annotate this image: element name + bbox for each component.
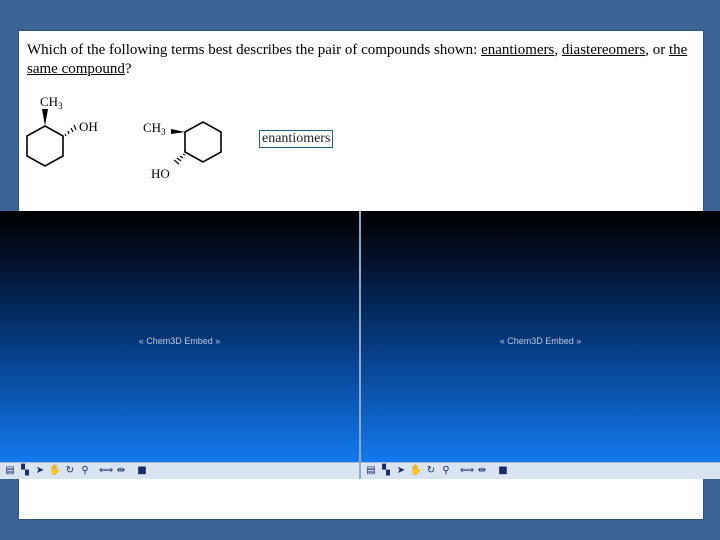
chem3d-pane-left[interactable]: « Chem3D Embed » — [0, 211, 359, 462]
model-icon[interactable]: ▚ — [380, 465, 392, 477]
question-sep-1: , — [554, 42, 562, 58]
question-prefix: Which of the following terms best descri… — [27, 42, 482, 58]
width-icon[interactable]: ⇹ — [115, 465, 127, 477]
right-ho-label: HO — [151, 166, 170, 181]
right-ch3-label: CH3 — [143, 120, 166, 137]
right-ho-hash — [173, 153, 186, 165]
right-cyclohexane — [184, 121, 222, 163]
document-icon[interactable]: ▤ — [4, 465, 16, 477]
stop-icon[interactable]: ■ — [497, 465, 509, 477]
hand-icon[interactable]: ✋ — [49, 465, 61, 477]
left-ch3-label: CH3 — [40, 94, 63, 111]
question-suffix: ? — [124, 61, 132, 77]
answer-field[interactable]: enantiomers — [259, 130, 334, 148]
translate-icon[interactable]: ⟺ — [460, 465, 474, 477]
molecule-structures: CH3 OH CH3 HO — [26, 94, 222, 181]
chem3d-pane-right[interactable]: « Chem3D Embed » — [361, 211, 720, 462]
stop-icon[interactable]: ■ — [136, 465, 148, 477]
width-icon[interactable]: ⇹ — [476, 465, 488, 477]
question-text: Which of the following terms best descri… — [27, 41, 697, 79]
rotate-icon[interactable]: ↻ — [64, 465, 76, 477]
select-arrow-icon[interactable]: ➤ — [34, 465, 46, 477]
chem3d-toolbar-right: ▤ ▚ ➤ ✋ ↻ ⚲ ⟺ ⇹ ■ — [361, 462, 720, 479]
chem3d-embed-label: « Chem3D Embed » — [499, 336, 582, 346]
left-cyclohexane — [26, 125, 64, 167]
model-icon[interactable]: ▚ — [19, 465, 31, 477]
bond-icon[interactable]: ⚲ — [440, 465, 452, 477]
hand-icon[interactable]: ✋ — [410, 465, 422, 477]
left-ch3-wedge — [42, 109, 48, 126]
right-ch3-wedge — [171, 129, 185, 134]
bond-icon[interactable]: ⚲ — [79, 465, 91, 477]
rotate-icon[interactable]: ↻ — [425, 465, 437, 477]
pane-divider — [359, 211, 361, 479]
chem3d-toolbar-left: ▤ ▚ ➤ ✋ ↻ ⚲ ⟺ ⇹ ■ — [0, 462, 359, 479]
option-enantiomers-link[interactable]: enantiomers — [481, 42, 554, 58]
option-diastereomers-link[interactable]: diastereomers — [562, 42, 645, 58]
document-icon[interactable]: ▤ — [365, 465, 377, 477]
select-arrow-icon[interactable]: ➤ — [395, 465, 407, 477]
left-oh-label: OH — [79, 119, 98, 134]
question-sep-2: , or — [645, 42, 669, 58]
chem3d-embed-label: « Chem3D Embed » — [138, 336, 221, 346]
translate-icon[interactable]: ⟺ — [99, 465, 113, 477]
left-oh-hash — [64, 124, 77, 137]
